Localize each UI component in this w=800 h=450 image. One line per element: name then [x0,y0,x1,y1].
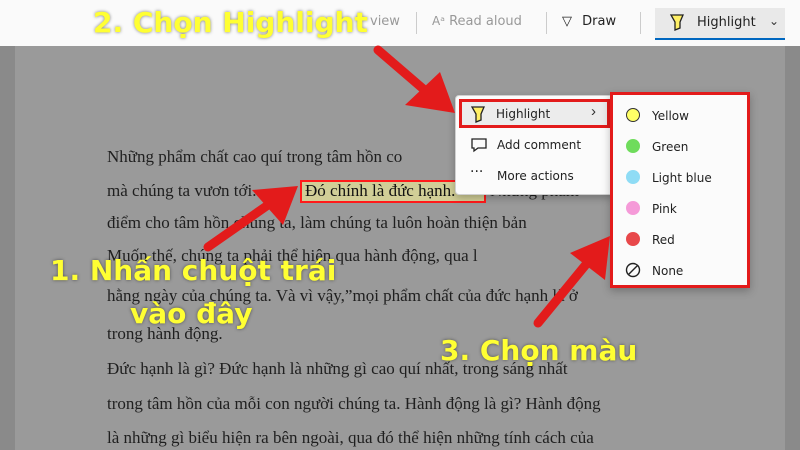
none-swatch-icon [625,262,641,281]
read-aloud-icon: Aᵃ [432,14,445,28]
context-menu-add-comment[interactable]: Add comment [456,131,614,159]
comment-icon [470,136,488,154]
toolbar-divider [416,12,417,34]
read-aloud-button[interactable]: Aᵃ Read aloud [432,14,522,29]
highlighter-icon [669,13,685,34]
chevron-down-icon[interactable]: ⌄ [769,14,779,28]
text-line: là những gì biểu hiện ra bên ngoài, qua … [107,428,594,447]
chevron-right-icon: › [591,103,596,120]
text-line: trong tâm hồn của mỗi con người chúng ta… [107,394,601,413]
text-line: mà chúng ta vươn tới. [107,181,257,200]
toolbar-divider [640,12,641,34]
annotation-step-1-line-1: 1. Nhấn chuột trái [50,254,337,287]
color-option-label: Light blue [652,171,712,185]
red-swatch-icon [626,232,640,246]
highlighter-icon [470,105,486,128]
color-option-label: Pink [652,202,677,216]
text-line: Những phẩm chất cao quí trong tâm hồn co [107,147,403,166]
context-menu-more-actions[interactable]: ··· More actions [456,162,614,190]
more-icon: ··· [470,164,484,180]
highlight-color-menu: Yellow Green Light blue Pink Red None [610,92,750,288]
text-line: điểm cho tâm hồn chúng ta, làm chúng ta … [107,213,527,232]
color-option-pink[interactable]: Pink [613,194,747,224]
color-option-label: Green [652,140,689,154]
color-option-label: Yellow [652,109,689,123]
color-option-yellow[interactable]: Yellow [613,101,747,131]
green-swatch-icon [626,139,640,153]
annotation-step-1-line-2: vào đây [130,297,253,330]
context-menu-label[interactable]: Highlight [496,107,550,121]
annotation-step-2: 2. Chọn Highlight [93,6,368,39]
draw-icon: ▽ [562,14,572,29]
selected-text[interactable]: Đó chính là đức hạnh. [305,181,455,201]
highlight-menu-item-outline: Highlight › [459,99,610,128]
draw-button[interactable]: ▽ Draw [562,14,616,29]
color-option-red[interactable]: Red [613,225,747,255]
highlight-toolbar-label: Highlight [697,15,756,30]
context-menu-label: More actions [497,169,574,183]
color-option-light-blue[interactable]: Light blue [613,163,747,193]
color-option-label: Red [652,233,675,247]
pink-swatch-icon [626,201,640,215]
color-option-none[interactable]: None [613,256,747,286]
toolbar-divider [546,12,547,34]
yellow-swatch-icon [626,108,640,122]
annotation-step-3: 3. Chọn màu [440,334,638,367]
context-menu-label: Add comment [497,138,582,152]
color-option-label: None [652,264,684,278]
color-option-green[interactable]: Green [613,132,747,162]
draw-label: Draw [582,14,617,29]
light-blue-swatch-icon [626,170,640,184]
read-aloud-label: Read aloud [449,14,522,29]
highlight-toolbar-button[interactable]: Highlight ⌄ [655,8,785,40]
view-button[interactable]: view [370,14,400,29]
